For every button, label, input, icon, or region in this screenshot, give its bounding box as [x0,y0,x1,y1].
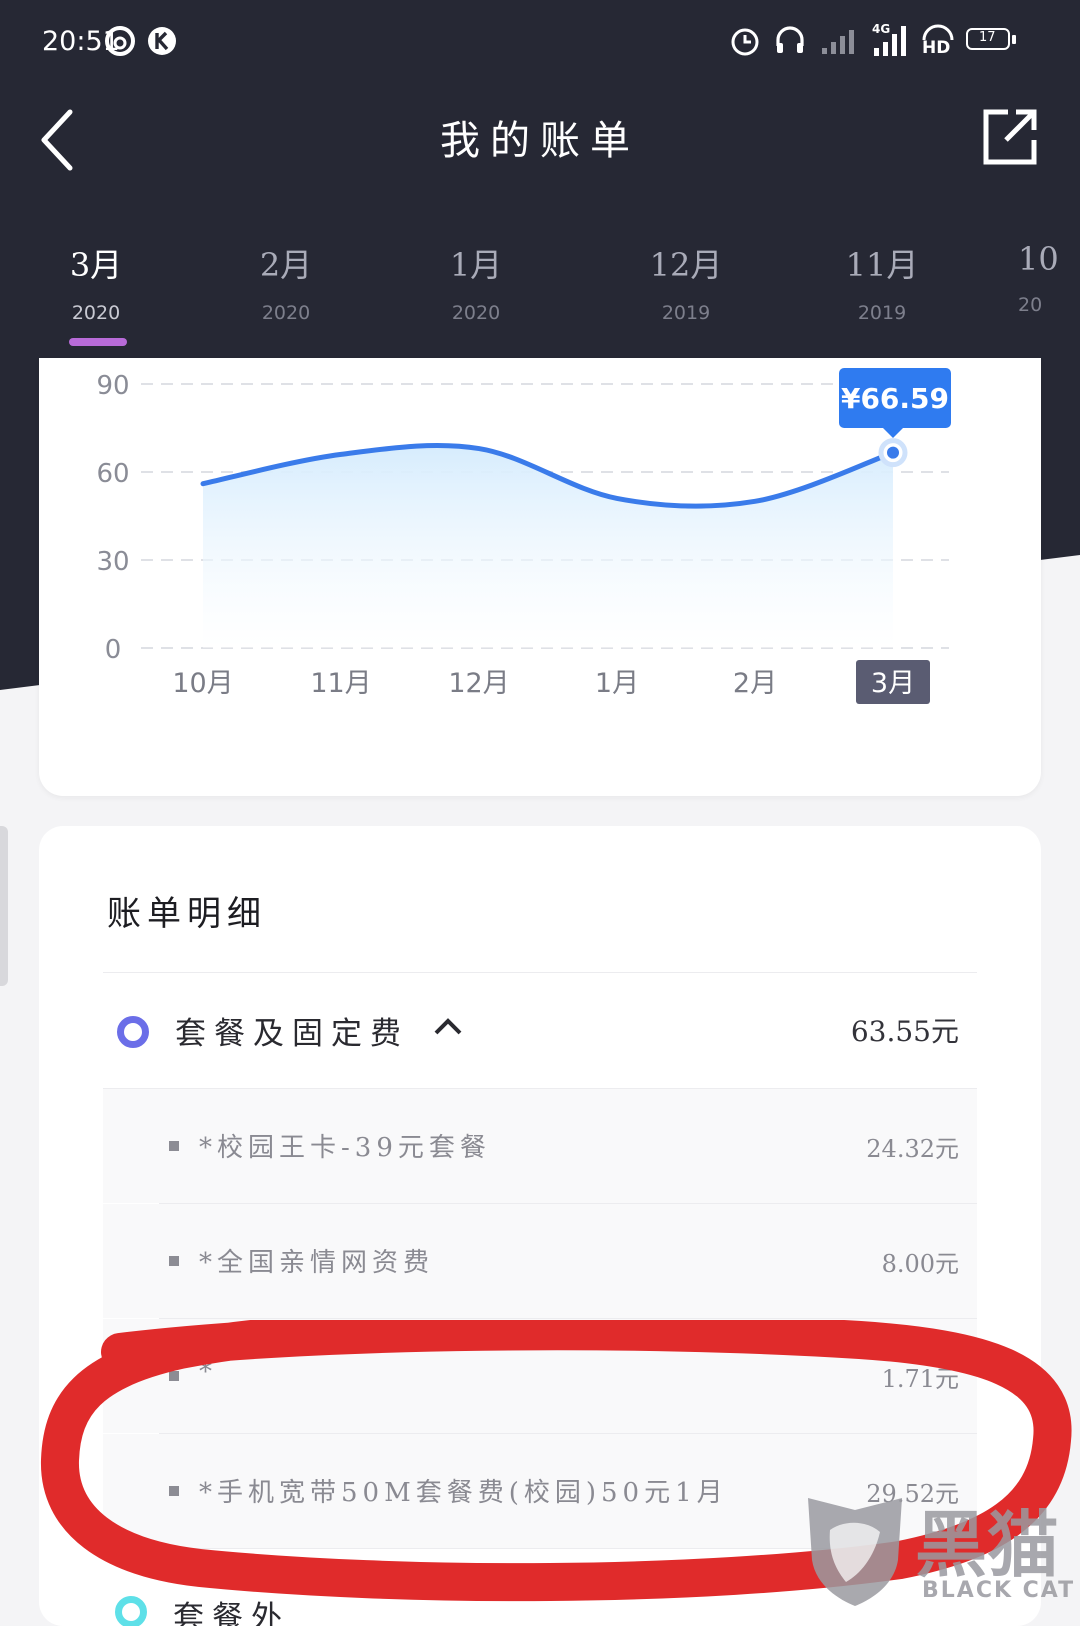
page-title: 我的账单 [440,118,640,164]
chevron-up-icon[interactable] [433,1014,463,1038]
battery-icon: 17 [966,28,1018,54]
tab-month-label: 1月 [449,246,503,284]
item-amount: 24.32元 [866,1135,959,1163]
data-point-dot [887,446,899,459]
tab-month-label: 3月 [69,246,123,284]
watermark-text: 黑猫 [915,1503,1060,1587]
tab-year-label: 2019 [857,302,907,324]
tab-month-label: 12月 [649,246,723,284]
tab-month-1[interactable]: 2月 2020 [226,240,346,324]
tab-month-0[interactable]: 3月 2020 [36,240,156,324]
signal-4g-icon: 4G [870,22,910,58]
cat-shield-icon [808,1498,902,1606]
status-bar: 20:51 4G HD 17 [0,0,1080,84]
x-tick-label: 12月 [448,668,509,699]
details-title: 账单明细 [107,894,267,934]
tab-month-4[interactable]: 11月 2019 [822,240,942,324]
share-icon[interactable] [978,104,1042,168]
tab-month-5[interactable]: 10 20 [1018,240,1080,316]
netease-music-icon [105,26,135,56]
side-handle[interactable] [0,826,8,986]
x-tick-label: 11月 [310,668,371,699]
hd-icon: HD [920,24,956,60]
y-tick-label: 60 [96,459,129,489]
list-item[interactable]: *校园王卡-39元套餐 24.32元 [103,1089,977,1203]
x-tick-label: 1月 [595,668,639,699]
watermark-logo: 黑猫 BLACK CAT [800,1490,1080,1612]
alarm-icon [731,28,759,56]
item-label: *校园王卡-39元套餐 [199,1133,491,1163]
tooltip-value: ¥66.59 [841,382,949,415]
bullet [169,1141,179,1151]
tab-month-label: 10 [1018,240,1059,278]
tab-month-2[interactable]: 1月 2020 [416,240,536,324]
category-row-package[interactable]: 套餐及固定费 63.55元 [103,974,977,1088]
tab-month-label: 11月 [845,246,919,284]
list-item[interactable]: *全国亲情网资费 8.00元 [103,1204,977,1318]
tab-month-label: 2月 [259,246,313,284]
divider [103,972,977,973]
category-amount: 63.55元 [850,1015,959,1048]
tab-year-label: 2020 [261,302,311,324]
watermark-subtext: BLACK CAT [922,1578,1076,1603]
x-tick-label: 3月 [871,668,915,699]
area-fill [203,445,893,648]
tooltip-pointer [883,428,903,438]
category-dot [117,1016,149,1048]
tab-year-label: 20 [1018,294,1043,316]
tab-year-label: 2020 [451,302,501,324]
headset-icon [776,26,804,53]
bill-trend-chart-card: 90 60 30 0 10月 11月 12月 1月 2月 3月 ¥66.59 [39,358,1041,796]
y-tick-label: 0 [105,635,122,665]
item-label: *全国亲情网资费 [199,1248,435,1278]
bullet [169,1256,179,1266]
item-amount: 8.00元 [881,1250,959,1278]
tab-year-label: 2019 [661,302,711,324]
battery-level: 17 [979,30,996,45]
x-tick-label: 10月 [172,668,233,699]
k-app-icon [148,27,176,55]
bill-trend-chart[interactable]: 90 60 30 0 10月 11月 12月 1月 2月 3月 ¥66.59 [39,358,1041,796]
category-label: 套餐及固定费 [175,1016,409,1052]
y-tick-label: 90 [96,371,129,401]
x-tick-label: 2月 [733,668,777,699]
signal-icon [822,30,854,54]
tab-active-indicator [69,338,127,346]
hd-label: HD [922,38,951,58]
tab-month-3[interactable]: 12月 2019 [626,240,746,324]
tab-year-label: 2020 [71,302,121,324]
y-tick-label: 30 [96,547,129,577]
